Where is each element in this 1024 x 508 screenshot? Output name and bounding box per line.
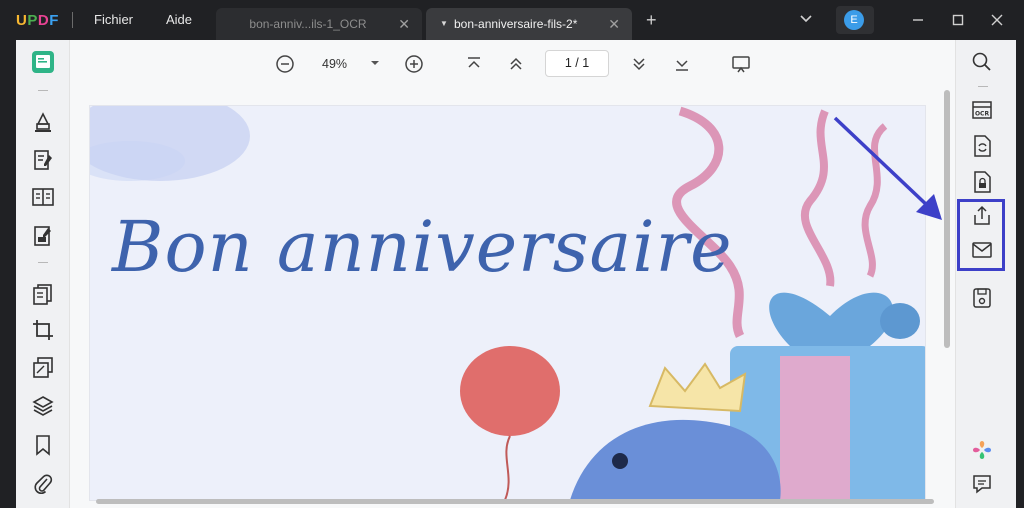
right-toolbar: OCR — [955, 40, 1016, 508]
save-icon[interactable] — [970, 286, 994, 310]
annotation-highlight-box — [957, 199, 1005, 271]
page-illustration — [90, 106, 925, 500]
form-icon[interactable] — [31, 224, 55, 248]
chevron-down-icon[interactable] — [798, 10, 814, 26]
tab-document-2[interactable]: ▼ bon-anniversaire-fils-2* ✕ — [426, 8, 632, 40]
presentation-icon[interactable] — [729, 52, 753, 76]
ocr-icon[interactable]: OCR — [970, 98, 994, 122]
horizontal-scrollbar[interactable] — [96, 499, 934, 504]
convert-icon[interactable] — [970, 134, 994, 158]
menu-aide[interactable]: Aide — [166, 12, 192, 27]
close-icon[interactable]: ✕ — [398, 16, 410, 33]
svg-text:OCR: OCR — [975, 111, 990, 118]
page-heading: Bon anniversaire — [112, 206, 733, 288]
title-bar: UPDF Fichier Aide bon-anniv...ils-1_OCR … — [0, 0, 1024, 40]
account-button[interactable]: E — [836, 6, 874, 34]
comment-icon[interactable] — [970, 472, 994, 496]
next-page-icon[interactable] — [627, 52, 651, 76]
zoom-level[interactable]: 49% — [322, 57, 347, 71]
maximize-icon[interactable] — [950, 12, 966, 28]
close-icon[interactable]: ✕ — [608, 16, 620, 33]
pdf-page: Bon anniversaire — [90, 106, 925, 500]
previous-page-icon[interactable] — [504, 52, 528, 76]
edit-pdf-icon[interactable] — [31, 148, 55, 172]
first-page-icon[interactable] — [462, 52, 486, 76]
ai-assistant-icon[interactable] — [970, 438, 994, 462]
app-window: UPDF Fichier Aide bon-anniv...ils-1_OCR … — [0, 0, 1024, 508]
search-icon[interactable] — [970, 50, 994, 74]
zoom-out-icon[interactable] — [273, 52, 297, 76]
app-logo: UPDF — [16, 12, 59, 29]
last-page-icon[interactable] — [670, 52, 694, 76]
bookmark-icon[interactable] — [31, 433, 55, 457]
annotation-arrow — [833, 116, 942, 220]
tab-document-1[interactable]: bon-anniv...ils-1_OCR ✕ — [216, 8, 422, 40]
zoom-in-icon[interactable] — [402, 52, 426, 76]
toolbar-divider — [38, 262, 48, 263]
watermark-icon[interactable] — [31, 356, 55, 380]
toolbar-divider — [978, 86, 988, 87]
left-toolbar — [16, 40, 70, 508]
close-window-icon[interactable] — [989, 12, 1005, 28]
reader-mode-icon[interactable] — [31, 50, 55, 74]
minimize-icon[interactable] — [910, 12, 926, 28]
caret-down-icon[interactable] — [368, 56, 382, 70]
page-number-input[interactable]: 1 / 1 — [545, 50, 609, 77]
highlighter-icon[interactable] — [31, 110, 55, 134]
tab-label: bon-anniv...ils-1_OCR — [249, 17, 367, 31]
page-layout-icon[interactable] — [31, 185, 55, 209]
menu-fichier[interactable]: Fichier — [94, 12, 133, 27]
new-tab-button[interactable]: + — [646, 10, 657, 31]
dropdown-icon[interactable]: ▼ — [440, 19, 448, 28]
avatar: E — [844, 10, 864, 30]
layers-icon[interactable] — [31, 394, 55, 418]
crop-icon[interactable] — [31, 318, 55, 342]
tab-label: bon-anniversaire-fils-2* — [454, 17, 578, 31]
protect-icon[interactable] — [970, 170, 994, 194]
title-separator — [72, 12, 73, 28]
attachment-icon[interactable] — [31, 472, 55, 496]
organize-pages-icon[interactable] — [31, 282, 55, 306]
toolbar-divider — [38, 90, 48, 91]
